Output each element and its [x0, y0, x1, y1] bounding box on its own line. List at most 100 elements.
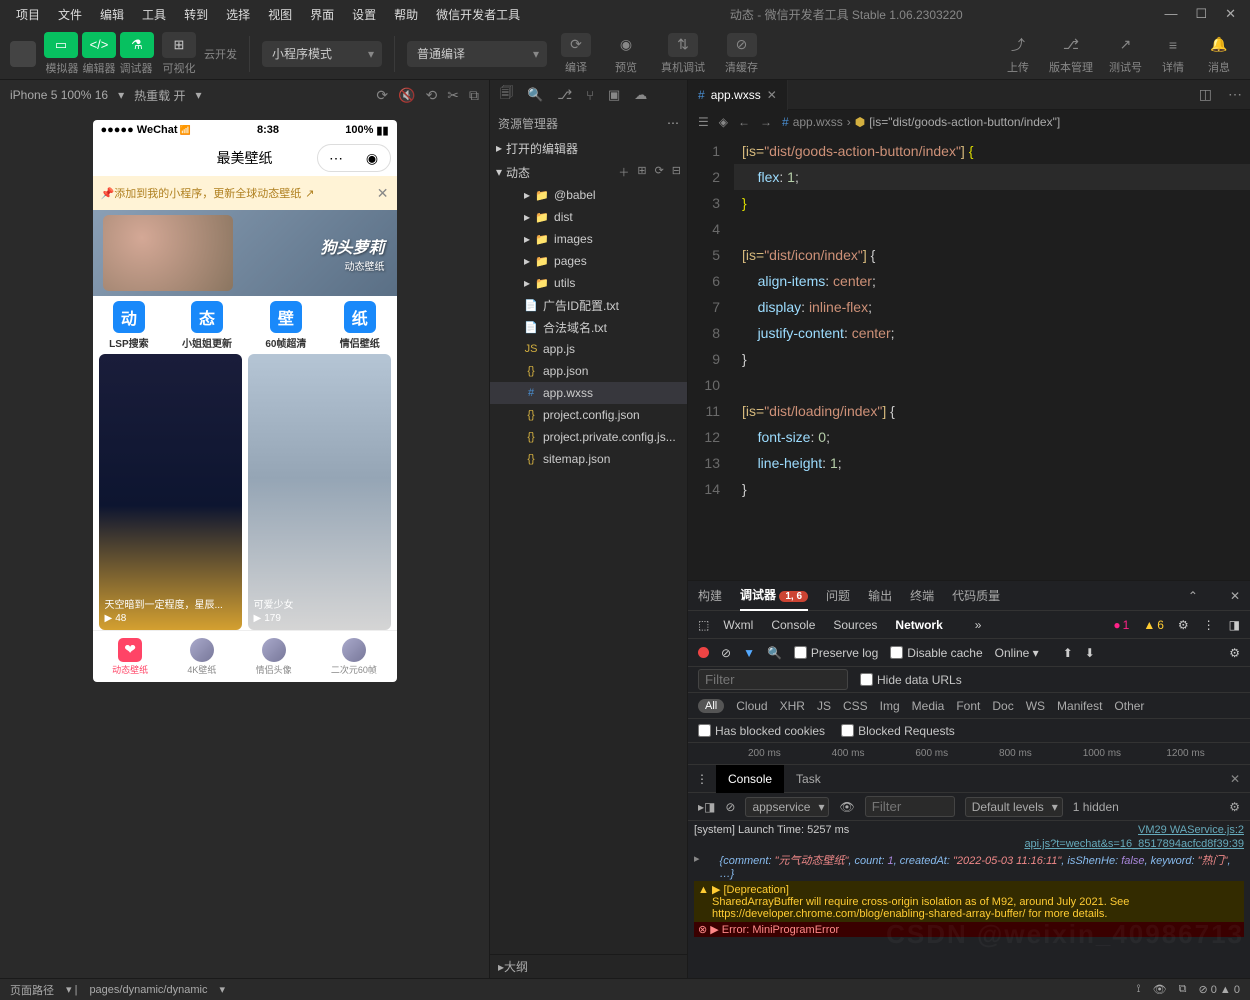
quick-item[interactable]: 纸情侣壁纸: [340, 301, 380, 350]
menu-item[interactable]: 转到: [176, 2, 216, 27]
type-filter[interactable]: Img: [880, 699, 900, 713]
mode-dropdown[interactable]: 小程序模式: [262, 41, 382, 67]
ext-icon[interactable]: ▣: [608, 87, 620, 103]
outline-section[interactable]: ▸ 大纲: [490, 954, 687, 978]
refresh-icon[interactable]: ⟳: [376, 87, 388, 104]
tree-node[interactable]: {}project.private.config.js...: [490, 426, 687, 448]
version-button[interactable]: ⎇: [1056, 33, 1086, 57]
panel-tab[interactable]: Wxml: [723, 618, 753, 632]
tree-node[interactable]: ▸ 📁dist: [490, 206, 687, 228]
panel-tab[interactable]: Console: [771, 618, 815, 632]
more-icon[interactable]: ⋯: [667, 116, 679, 130]
close-icon[interactable]: ✕: [377, 185, 389, 202]
tree-node[interactable]: ▸ 📁@babel: [490, 184, 687, 206]
notice-bar[interactable]: 📌 添加到我的小程序，更新全球动态壁纸↗ ✕: [93, 176, 397, 210]
type-filter[interactable]: Cloud: [736, 699, 767, 713]
menu-item[interactable]: 视图: [260, 2, 300, 27]
menu-item[interactable]: 项目: [8, 2, 48, 27]
devtools-tab[interactable]: 输出: [868, 581, 892, 610]
debugger-button[interactable]: ⚗: [120, 32, 154, 58]
menu-item[interactable]: 微信开发者工具: [428, 2, 528, 27]
gear-icon[interactable]: ⚙: [1229, 646, 1240, 660]
tree-node[interactable]: #app.wxss: [490, 382, 687, 404]
tree-node[interactable]: {}sitemap.json: [490, 448, 687, 470]
editor-button[interactable]: </>: [82, 32, 116, 58]
more-icon[interactable]: ⋯: [1220, 86, 1250, 103]
context-dropdown[interactable]: appservice: [745, 797, 829, 817]
filter-icon[interactable]: ▼: [743, 646, 755, 660]
tree-node[interactable]: 📄合法域名.txt: [490, 316, 687, 338]
more-tabs-icon[interactable]: »: [975, 618, 982, 632]
tree-node[interactable]: {}project.config.json: [490, 404, 687, 426]
cut-icon[interactable]: ✂: [447, 87, 459, 104]
forward-icon[interactable]: →: [760, 115, 772, 129]
split-icon[interactable]: ◫: [1191, 86, 1220, 103]
drawer-toggle-icon[interactable]: ⋮: [688, 772, 716, 786]
bookmark-icon[interactable]: ◈: [719, 115, 728, 129]
collapse-icon[interactable]: ⊟: [672, 164, 681, 180]
menu-item[interactable]: 界面: [302, 2, 342, 27]
minimize-button[interactable]: ―: [1164, 6, 1177, 22]
device-selector[interactable]: iPhone 5 100% 16: [10, 88, 108, 102]
preserve-log-checkbox[interactable]: Preserve log: [794, 646, 878, 660]
task-tab[interactable]: Task: [784, 765, 833, 793]
menu-item[interactable]: 帮助: [386, 2, 426, 27]
simulator-button[interactable]: ▭: [44, 32, 78, 58]
inspect-icon[interactable]: ⬚: [698, 618, 709, 632]
type-filter[interactable]: Media: [912, 699, 945, 713]
quick-item[interactable]: 动LSP搜索: [109, 301, 148, 350]
project-section[interactable]: ▾ 动态 ＋⊞⟳⊟: [490, 160, 687, 184]
avatar-icon[interactable]: [10, 41, 36, 67]
back-icon[interactable]: ←: [738, 115, 750, 129]
eye-icon[interactable]: 👁: [839, 800, 854, 814]
levels-dropdown[interactable]: Default levels: [965, 797, 1063, 817]
blocked-cookies-checkbox[interactable]: Has blocked cookies: [698, 724, 825, 738]
close-icon[interactable]: ✕: [1230, 589, 1240, 603]
close-drawer-icon[interactable]: ✕: [1220, 772, 1250, 786]
type-filter[interactable]: WS: [1026, 699, 1045, 713]
upload-button[interactable]: ⤴: [1003, 33, 1033, 57]
details-button[interactable]: ≡: [1158, 33, 1188, 57]
chevron-up-icon[interactable]: ⌃: [1188, 589, 1198, 603]
clear-icon[interactable]: ⊘: [721, 646, 731, 660]
wallpaper-card[interactable]: 可爱少女▶ 179: [248, 354, 391, 630]
banner[interactable]: 狗头萝莉动态壁纸: [93, 210, 397, 296]
clear-cache-button[interactable]: ⊘: [727, 33, 757, 57]
devtools-tab[interactable]: 构建: [698, 581, 722, 610]
search-icon[interactable]: 🔍: [527, 87, 543, 103]
tabbar-item[interactable]: ❤动态壁纸: [112, 638, 148, 676]
blocked-requests-checkbox[interactable]: Blocked Requests: [841, 724, 955, 738]
menu-item[interactable]: 设置: [344, 2, 384, 27]
menu-item[interactable]: 选择: [218, 2, 258, 27]
page-path[interactable]: pages/dynamic/dynamic: [89, 984, 207, 996]
close-tab-icon[interactable]: ✕: [767, 88, 777, 102]
new-folder-icon[interactable]: ⊞: [637, 164, 646, 180]
console-output[interactable]: [system] Launch Time: 5257 msVM29 WAServ…: [688, 821, 1250, 978]
tree-node[interactable]: ▸ 📁utils: [490, 272, 687, 294]
type-filter[interactable]: XHR: [780, 699, 805, 713]
minimap-icon[interactable]: ☰: [698, 115, 709, 129]
maximize-button[interactable]: ☐: [1195, 6, 1207, 22]
menu-item[interactable]: 工具: [134, 2, 174, 27]
console-filter-input[interactable]: [865, 796, 955, 817]
type-filter[interactable]: All: [698, 699, 724, 713]
message-button[interactable]: 🔔: [1204, 33, 1234, 57]
visual-button[interactable]: ⊞: [162, 32, 196, 58]
type-filter[interactable]: JS: [817, 699, 831, 713]
cloud-dev-button[interactable]: 云开发: [204, 46, 237, 62]
copilot-icon[interactable]: ☁: [634, 87, 647, 103]
hide-urls-checkbox[interactable]: Hide data URLs: [860, 673, 962, 687]
panel-tab[interactable]: Network: [895, 618, 942, 632]
panel-tab[interactable]: Sources: [833, 618, 877, 632]
gear-icon[interactable]: ⚙: [1229, 800, 1240, 814]
open-editors-section[interactable]: ▸ 打开的编辑器: [490, 136, 687, 160]
filter-input[interactable]: [698, 669, 848, 690]
download-har-icon[interactable]: ⬇: [1085, 646, 1095, 660]
more-icon[interactable]: ⧉: [1179, 983, 1187, 996]
testnum-button[interactable]: ↗: [1111, 33, 1141, 57]
preview-button[interactable]: ◉: [611, 33, 641, 57]
type-filter[interactable]: CSS: [843, 699, 868, 713]
close-button[interactable]: ✕: [1225, 6, 1236, 22]
remote-debug-button[interactable]: ⇅: [668, 33, 698, 57]
rotate-icon[interactable]: ⟲: [426, 87, 438, 104]
